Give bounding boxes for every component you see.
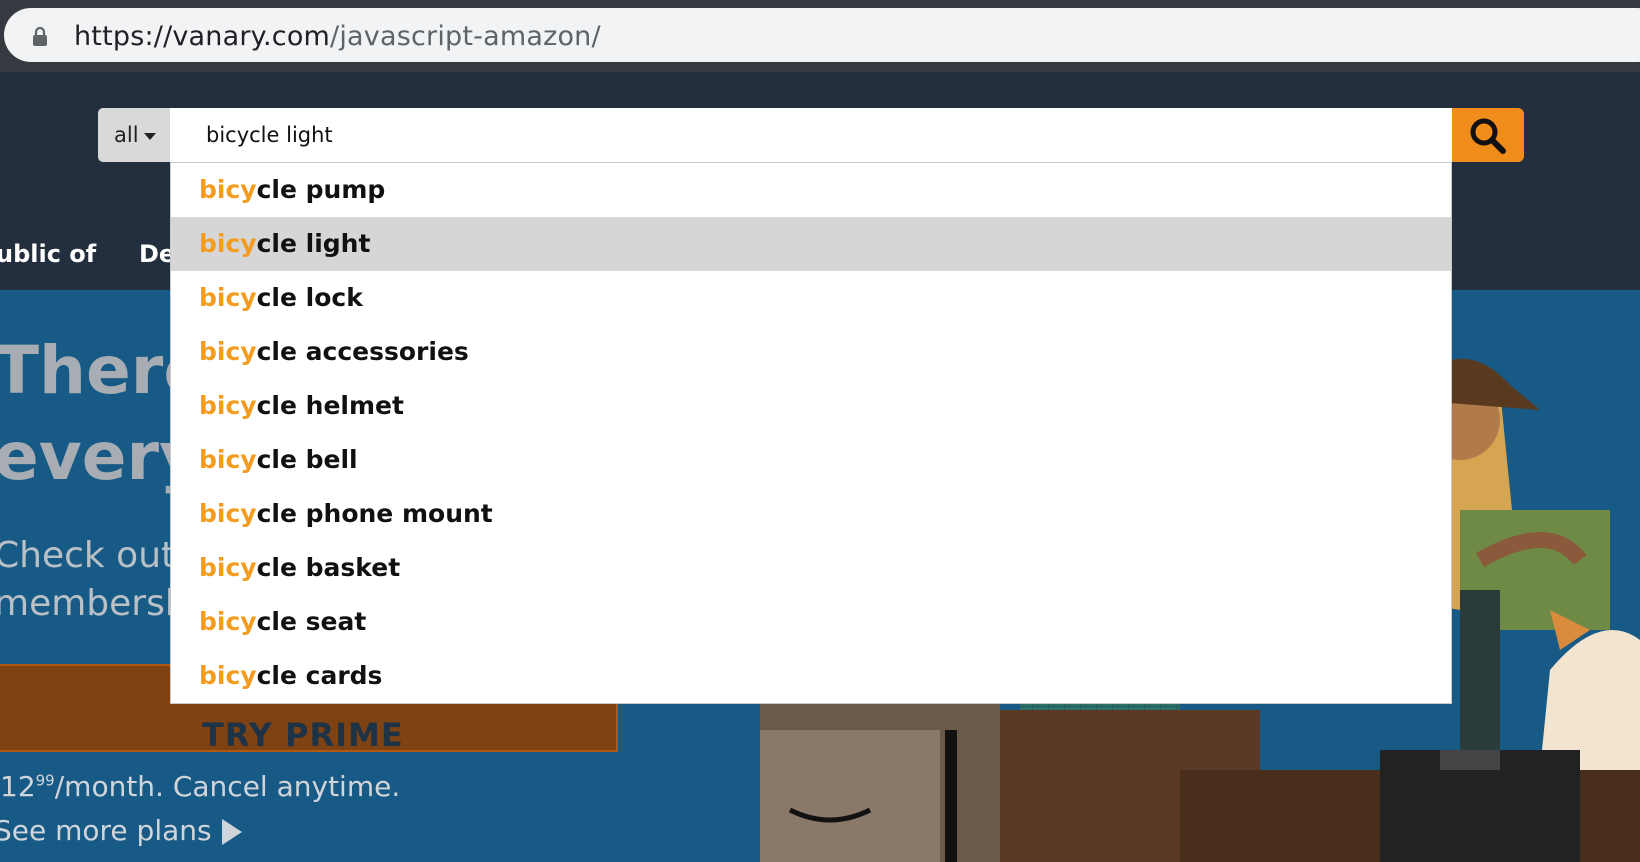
suggestion-match-prefix: bicy — [199, 175, 257, 204]
suggestion-text: cle phone mount — [256, 499, 493, 528]
suggestion-text: cle pump — [256, 175, 386, 204]
suggestion-text: cle accessories — [256, 337, 469, 366]
suggestion-item[interactable]: bicycle seat — [171, 595, 1451, 649]
suggestion-match-prefix: bicy — [199, 607, 257, 636]
chevron-down-icon — [143, 132, 156, 140]
suggestion-match-prefix: bicy — [199, 445, 257, 474]
price-text: 1299/month. Cancel anytime. — [0, 770, 400, 803]
hero-subtitle-line2: membersh — [0, 583, 188, 624]
price-cents: 99 — [35, 771, 55, 790]
address-bar[interactable]: https://vanary.com/javascript-amazon/ — [4, 8, 1640, 62]
suggestion-item[interactable]: bicycle cards — [171, 649, 1451, 703]
suggestion-item[interactable]: bicycle bell — [171, 433, 1451, 487]
lock-icon — [32, 26, 48, 46]
suggestion-match-prefix: bicy — [199, 283, 257, 312]
suggestion-item[interactable]: bicycle light — [171, 217, 1451, 271]
suggestion-item[interactable]: bicycle pump — [171, 163, 1451, 217]
suggestion-match-prefix: bicy — [199, 337, 257, 366]
suggestion-text: cle basket — [256, 553, 401, 582]
suggestion-match-prefix: bicy — [199, 391, 257, 420]
price-main: 12 — [0, 770, 36, 803]
suggestion-item[interactable]: bicycle lock — [171, 271, 1451, 325]
suggestion-text: cle helmet — [256, 391, 404, 420]
url-host: https://vanary.com — [74, 21, 331, 52]
suggestion-item[interactable]: bicycle accessories — [171, 325, 1451, 379]
suggestion-text: cle seat — [256, 607, 367, 636]
suggestion-text: cle light — [256, 229, 371, 258]
search-scope-label: all — [114, 123, 139, 147]
suggestion-item[interactable]: bicycle basket — [171, 541, 1451, 595]
suggestion-match-prefix: bicy — [199, 499, 257, 528]
suggestion-text: cle lock — [256, 283, 363, 312]
suggestion-match-prefix: bicy — [199, 553, 257, 582]
see-more-plans-label: See more plans — [0, 814, 212, 847]
search-scope-dropdown[interactable]: all — [98, 108, 170, 162]
price-rest: /month. Cancel anytime. — [54, 770, 401, 803]
search-suggestions-dropdown: bicycle pump bicycle light bicycle lock bic… — [170, 162, 1452, 704]
suggestion-match-prefix: bicy — [199, 661, 257, 690]
search-input[interactable] — [170, 108, 1452, 162]
try-prime-label: TRY PRIME — [202, 716, 404, 754]
url-path: /javascript-amazon/ — [330, 21, 601, 52]
suggestion-item[interactable]: bicycle helmet — [171, 379, 1451, 433]
url-text[interactable]: https://vanary.com/javascript-amazon/ — [74, 21, 601, 52]
browser-toolbar: https://vanary.com/javascript-amazon/ — [0, 0, 1640, 72]
nav-item-0[interactable]: ublic of — [0, 240, 96, 268]
suggestion-item[interactable]: bicycle phone mount — [171, 487, 1451, 541]
search-button[interactable] — [1452, 108, 1524, 162]
suggestion-text: cle cards — [256, 661, 383, 690]
suggestion-text: cle bell — [256, 445, 358, 474]
suggestion-match-prefix: bicy — [199, 229, 257, 258]
see-more-plans-link[interactable]: See more plans — [0, 814, 242, 847]
play-arrow-icon — [221, 819, 242, 845]
